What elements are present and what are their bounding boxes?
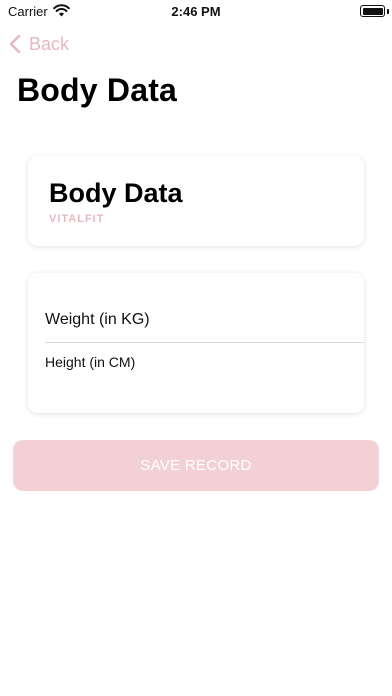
back-button[interactable]: Back xyxy=(8,32,69,56)
header-card: Body Data VITALFIT xyxy=(28,156,364,246)
form-card xyxy=(28,273,364,413)
height-field-container xyxy=(45,350,364,380)
page-title: Body Data xyxy=(17,72,178,108)
weight-input[interactable] xyxy=(45,307,364,333)
battery-icon xyxy=(360,5,385,17)
chevron-left-icon xyxy=(9,34,21,54)
save-record-button[interactable]: SAVE RECORD xyxy=(13,440,379,491)
brand-subtitle: VITALFIT xyxy=(49,213,105,225)
height-input[interactable] xyxy=(45,350,364,374)
card-title: Body Data xyxy=(49,178,183,208)
clock: 2:46 PM xyxy=(171,4,221,19)
back-label: Back xyxy=(29,33,70,54)
weight-field-container xyxy=(45,307,364,343)
battery-tip xyxy=(387,9,389,14)
status-bar: Carrier 2:46 PM xyxy=(0,0,392,24)
